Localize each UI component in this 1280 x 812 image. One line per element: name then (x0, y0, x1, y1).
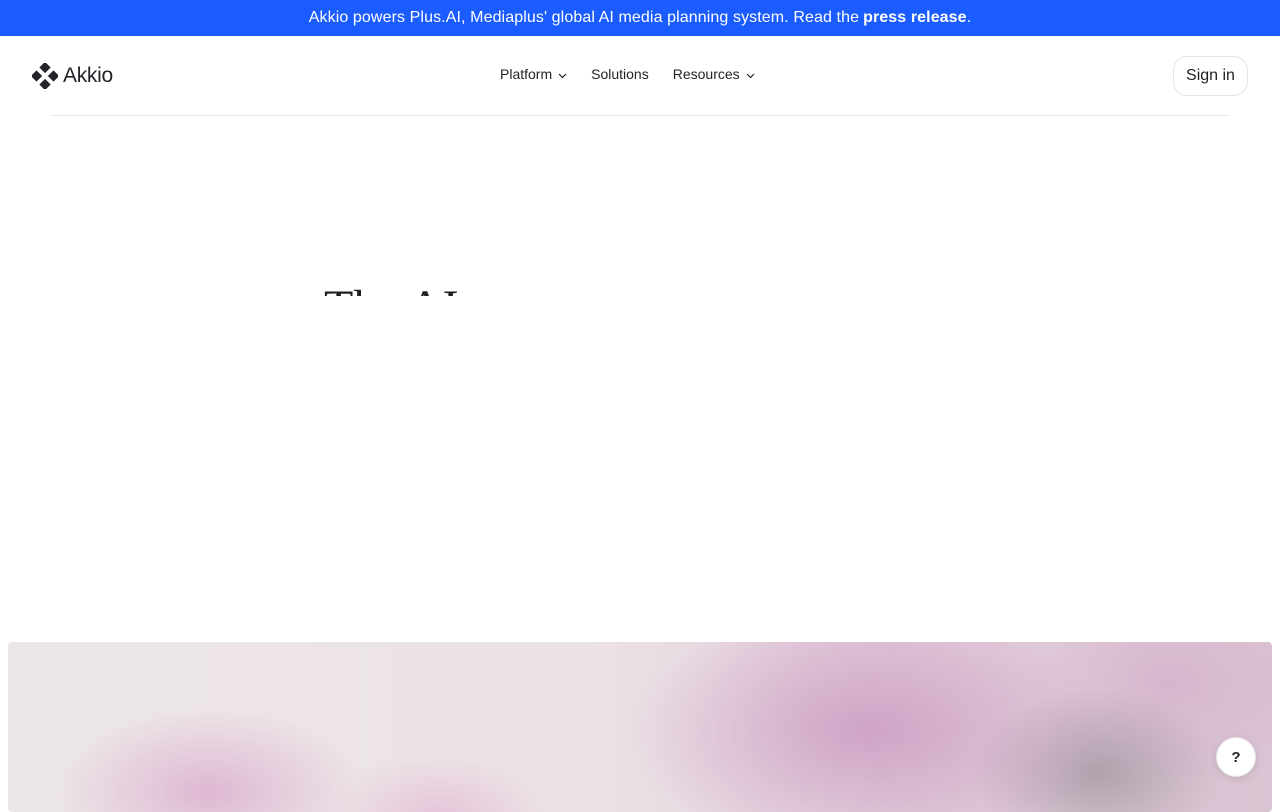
akkio-diamond-logo-icon (32, 63, 58, 89)
hero-heading: The AI age (324, 280, 537, 296)
nav-item-platform[interactable]: Platform (500, 66, 567, 82)
help-button[interactable]: ? (1216, 737, 1256, 777)
main-nav: Platform Solutions Resources (500, 66, 779, 82)
chevron-down-icon (746, 66, 755, 82)
nav-item-label: Platform (500, 66, 553, 82)
nav-item-solutions[interactable]: Solutions (591, 66, 649, 82)
top-navigation: Akkio Platform Solutions Resources Sign … (0, 36, 1280, 116)
hero-heading-container: The AI age (322, 270, 622, 296)
nav-item-resources[interactable]: Resources (673, 66, 755, 82)
chevron-down-icon (558, 66, 567, 82)
sign-in-button[interactable]: Sign in (1173, 56, 1248, 96)
announcement-suffix: . (966, 9, 972, 26)
announcement-bar: Akkio powers Plus.AI, Mediaplus' global … (0, 0, 1280, 36)
nav-item-label: Resources (672, 66, 740, 82)
hero-gradient-visual (8, 642, 1272, 812)
header-divider (50, 115, 1230, 116)
press-release-link[interactable]: press release (863, 9, 967, 27)
announcement-text: Akkio powers Plus.AI, Mediaplus' global … (308, 9, 860, 26)
logo-wordmark: Akkio (63, 64, 113, 87)
nav-item-label: Solutions (591, 66, 649, 82)
akkio-logo-link[interactable]: Akkio (32, 63, 113, 89)
